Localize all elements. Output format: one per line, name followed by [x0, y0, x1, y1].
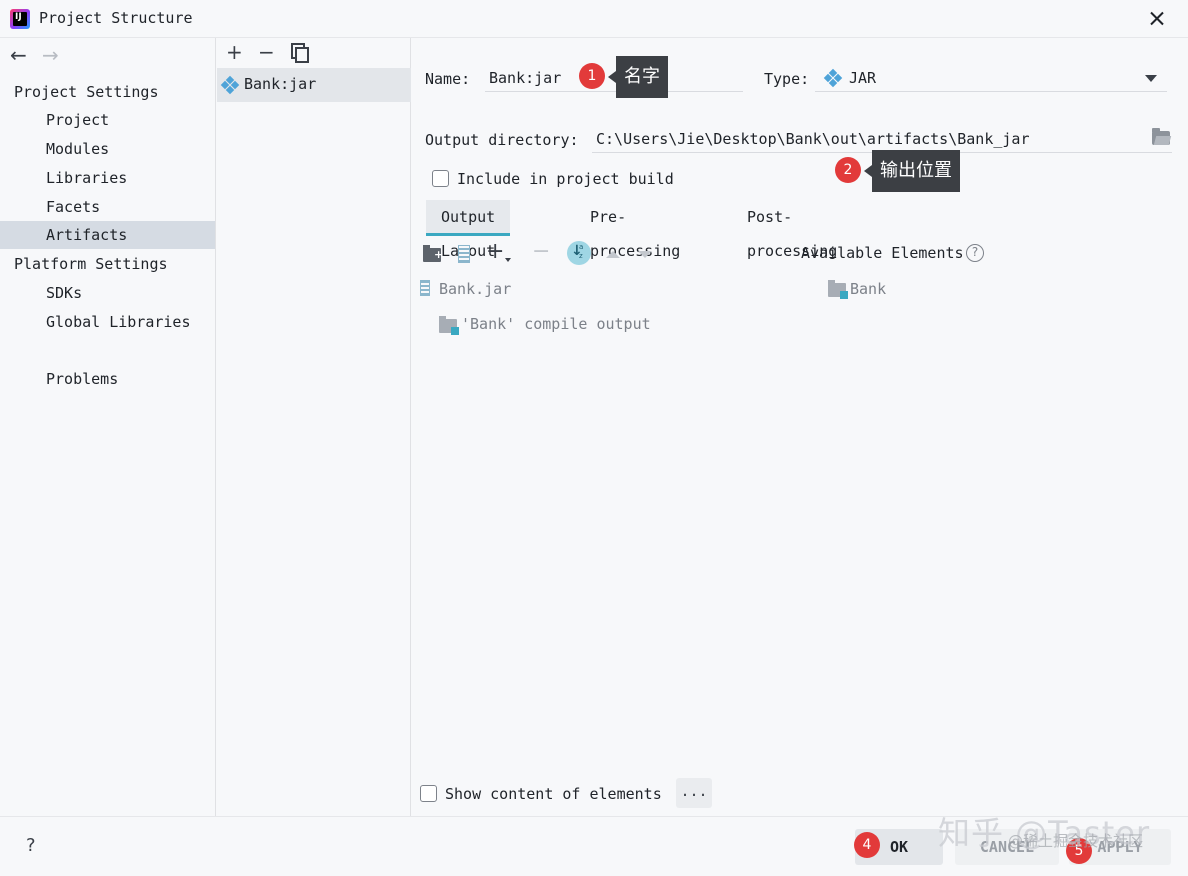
available-elements-label: Available Elements — [801, 244, 964, 262]
sidebar-item-problems[interactable]: Problems — [0, 365, 215, 393]
close-icon[interactable] — [1144, 6, 1170, 32]
sidebar-item-global-libraries[interactable]: Global Libraries — [0, 308, 215, 336]
show-content-checkbox[interactable] — [420, 785, 437, 802]
intellij-logo-icon: IJ — [10, 9, 30, 29]
copy-artifact-icon[interactable] — [291, 43, 309, 63]
annotation-badge-1: 1 — [579, 63, 605, 89]
add-element-icon[interactable]: + — [486, 241, 504, 263]
new-directory-icon[interactable] — [423, 245, 443, 262]
more-options-button[interactable]: ... — [676, 778, 712, 808]
include-in-build-checkbox[interactable] — [432, 170, 449, 187]
output-directory-field[interactable]: C:\Users\Jie\Desktop\Bank\out\artifacts\… — [592, 125, 1172, 153]
platform-settings-heading: Platform Settings — [14, 255, 168, 273]
sidebar-item-sdks[interactable]: SDKs — [0, 279, 215, 307]
add-artifact-icon[interactable]: + — [226, 41, 243, 63]
project-settings-heading: Project Settings — [14, 83, 159, 101]
sidebar-item-artifacts[interactable]: Artifacts — [0, 221, 215, 249]
annotation-callout-name: 名字 — [608, 56, 668, 98]
chevron-down-icon — [1145, 75, 1157, 82]
sidebar-item-facets[interactable]: Facets — [0, 193, 215, 221]
type-label: Type: — [764, 70, 810, 88]
type-dropdown[interactable]: JAR — [815, 64, 1167, 92]
annotation-callout-output: 输出位置 — [864, 150, 960, 192]
sidebar-item-project[interactable]: Project — [0, 106, 215, 134]
layout-tree-child[interactable]: 'Bank' compile output — [461, 315, 651, 333]
tab-output-layout[interactable]: Output Layout — [426, 200, 511, 260]
sidebar-item-modules[interactable]: Modules — [0, 135, 215, 163]
create-archive-icon[interactable] — [458, 245, 470, 263]
sidebar-item-libraries[interactable]: Libraries — [0, 164, 215, 192]
name-label: Name: — [425, 70, 471, 88]
juejin-watermark: @稀土掘金技术社区 — [1008, 832, 1144, 850]
artifact-detail-panel: Name: Bank:jar Type: JAR Output director… — [412, 38, 1188, 816]
title-bar: IJ Project Structure — [0, 0, 1188, 38]
tab-post-processing[interactable]: Post-processing — [732, 200, 852, 260]
output-directory-value: C:\Users\Jie\Desktop\Bank\out\artifacts\… — [596, 130, 1030, 148]
include-in-build-label: Include in project build — [457, 170, 674, 188]
module-folder-icon — [828, 280, 848, 299]
list-item[interactable]: Bank:jar — [217, 68, 411, 102]
artifact-icon — [220, 75, 240, 95]
annotation-badge-2: 2 — [835, 157, 861, 183]
add-caret-icon — [505, 258, 511, 262]
remove-element-icon[interactable]: − — [532, 241, 550, 263]
move-down-icon[interactable] — [638, 251, 652, 258]
layout-toolbar: + − — [422, 240, 802, 268]
name-value: Bank:jar — [489, 69, 562, 87]
artifact-label: Bank:jar — [244, 75, 317, 93]
annotation-badge-4: 4 — [854, 832, 880, 858]
forward-arrow-icon[interactable]: → — [42, 44, 59, 66]
remove-artifact-icon[interactable]: − — [258, 41, 275, 63]
help-question-icon[interactable]: ? — [26, 835, 36, 856]
move-up-icon[interactable] — [606, 251, 620, 258]
back-arrow-icon[interactable]: ← — [10, 44, 27, 66]
help-icon[interactable]: ? — [966, 244, 984, 262]
sort-alphabetically-icon[interactable] — [567, 241, 591, 265]
module-output-icon — [439, 316, 459, 335]
available-tree-item[interactable]: Bank — [850, 280, 886, 298]
artifacts-list-panel: + − Bank:jar — [217, 38, 411, 816]
layout-tree-root[interactable]: Bank.jar — [439, 280, 511, 298]
window-title: Project Structure — [39, 9, 193, 27]
jar-type-icon — [823, 68, 843, 88]
browse-folder-icon[interactable] — [1152, 128, 1170, 145]
output-directory-label: Output directory: — [425, 131, 579, 149]
settings-sidebar: ← → Project Settings Project Modules Lib… — [0, 38, 216, 816]
jar-file-icon — [420, 280, 430, 296]
artifacts-toolbar: + − — [217, 38, 411, 66]
tab-pre-processing[interactable]: Pre-processing — [575, 200, 695, 260]
show-content-label: Show content of elements — [445, 785, 662, 803]
type-value: JAR — [849, 69, 877, 87]
